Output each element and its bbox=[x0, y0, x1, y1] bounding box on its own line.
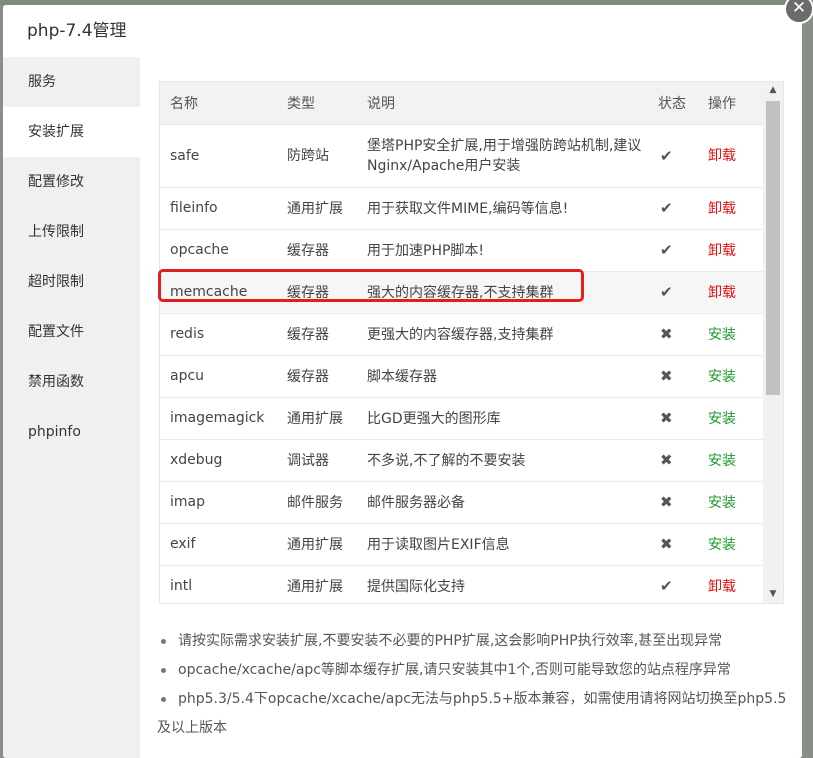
ext-name: safe bbox=[160, 124, 277, 188]
table-row: exif 通用扩展 用于读取图片EXIF信息 ✖ 安装 bbox=[160, 523, 763, 566]
sidebar-item-install-extensions[interactable]: 安装扩展 bbox=[3, 107, 140, 157]
install-button[interactable]: 安装 bbox=[708, 495, 736, 511]
ext-desc: 用于获取文件MIME,编码等信息! bbox=[357, 187, 648, 230]
ext-name: imagemagick bbox=[160, 397, 277, 440]
cross-icon: ✖ bbox=[648, 355, 698, 398]
install-button[interactable]: 安装 bbox=[708, 369, 736, 385]
scroll-up-arrow-icon[interactable]: ▲ bbox=[763, 82, 783, 99]
table-row: imagemagick 通用扩展 比GD更强大的图形库 ✖ 安装 bbox=[160, 397, 763, 440]
check-icon: ✔ bbox=[648, 229, 698, 272]
table-scrollbar[interactable]: ▲ ▼ bbox=[763, 82, 783, 603]
table-row: fileinfo 通用扩展 用于获取文件MIME,编码等信息! ✔ 卸载 bbox=[160, 187, 763, 230]
scroll-down-arrow-icon[interactable]: ▼ bbox=[763, 586, 783, 603]
ext-type: 缓存器 bbox=[277, 229, 357, 272]
table-row: intl 通用扩展 提供国际化支持 ✔ 卸载 bbox=[160, 565, 763, 603]
ext-type: 防跨站 bbox=[277, 124, 357, 188]
ext-name: opcache bbox=[160, 229, 277, 272]
ext-name: apcu bbox=[160, 355, 277, 398]
ext-desc: 强大的内容缓存器,不支持集群 bbox=[357, 271, 648, 314]
ext-type: 缓存器 bbox=[277, 355, 357, 398]
sidebar: 服务 安装扩展 配置修改 上传限制 超时限制 配置文件 禁用函数 phpinfo bbox=[3, 57, 140, 758]
table-row: xdebug 调试器 不多说,不了解的不要安装 ✖ 安装 bbox=[160, 439, 763, 482]
extensions-table-container: 名称 类型 说明 状态 操作 safe 防跨站 堡塔PHP安全扩展,用于增强防跨… bbox=[159, 81, 784, 604]
ext-name: fileinfo bbox=[160, 187, 277, 230]
table-row: safe 防跨站 堡塔PHP安全扩展,用于增强防跨站机制,建议Nginx/Apa… bbox=[160, 124, 763, 188]
extensions-table: 名称 类型 说明 状态 操作 safe 防跨站 堡塔PHP安全扩展,用于增强防跨… bbox=[160, 82, 763, 603]
sidebar-item-phpinfo[interactable]: phpinfo bbox=[3, 407, 140, 457]
header-desc: 说明 bbox=[357, 82, 648, 125]
table-row: apcu 缓存器 脚本缓存器 ✖ 安装 bbox=[160, 355, 763, 398]
ext-type: 邮件服务 bbox=[277, 481, 357, 524]
sidebar-item-disabled-functions[interactable]: 禁用函数 bbox=[3, 357, 140, 407]
ext-desc: 更强大的内容缓存器,支持集群 bbox=[357, 313, 648, 356]
sidebar-item-config-file[interactable]: 配置文件 bbox=[3, 307, 140, 357]
ext-desc: 比GD更强大的图形库 bbox=[357, 397, 648, 440]
ext-type: 通用扩展 bbox=[277, 523, 357, 566]
uninstall-button[interactable]: 卸载 bbox=[708, 579, 736, 595]
ext-desc: 提供国际化支持 bbox=[357, 565, 648, 603]
sidebar-item-config-edit[interactable]: 配置修改 bbox=[3, 157, 140, 207]
ext-type: 调试器 bbox=[277, 439, 357, 482]
ext-type: 通用扩展 bbox=[277, 187, 357, 230]
ext-type: 通用扩展 bbox=[277, 397, 357, 440]
cross-icon: ✖ bbox=[648, 439, 698, 482]
uninstall-button[interactable]: 卸载 bbox=[708, 243, 736, 259]
cross-icon: ✖ bbox=[648, 481, 698, 524]
check-icon: ✔ bbox=[648, 271, 698, 314]
check-icon: ✔ bbox=[648, 187, 698, 230]
ext-name: memcache bbox=[160, 271, 277, 314]
uninstall-button[interactable]: 卸载 bbox=[708, 285, 736, 301]
uninstall-button[interactable]: 卸载 bbox=[708, 201, 736, 217]
ext-type: 缓存器 bbox=[277, 313, 357, 356]
ext-type: 缓存器 bbox=[277, 271, 357, 314]
table-row-highlighted: memcache 缓存器 强大的内容缓存器,不支持集群 ✔ 卸载 bbox=[160, 271, 763, 314]
content-panel: 名称 类型 说明 状态 操作 safe 防跨站 堡塔PHP安全扩展,用于增强防跨… bbox=[140, 57, 802, 758]
note-item: 请按实际需求安装扩展,不要安装不必要的PHP扩展,这会影响PHP执行效率,甚至出… bbox=[157, 627, 797, 656]
ext-desc: 用于读取图片EXIF信息 bbox=[357, 523, 648, 566]
install-button[interactable]: 安装 bbox=[708, 453, 736, 469]
check-icon: ✔ bbox=[648, 124, 698, 188]
header-status: 状态 bbox=[648, 82, 698, 125]
cross-icon: ✖ bbox=[648, 313, 698, 356]
cross-icon: ✖ bbox=[648, 397, 698, 440]
header-action: 操作 bbox=[698, 82, 763, 125]
ext-name: xdebug bbox=[160, 439, 277, 482]
header-name: 名称 bbox=[160, 82, 277, 125]
dialog-title: php-7.4管理 bbox=[3, 5, 802, 57]
table-row: imap 邮件服务 邮件服务器必备 ✖ 安装 bbox=[160, 481, 763, 524]
sidebar-item-service[interactable]: 服务 bbox=[3, 57, 140, 107]
notes-list: 请按实际需求安装扩展,不要安装不必要的PHP扩展,这会影响PHP执行效率,甚至出… bbox=[157, 627, 797, 743]
ext-name: imap bbox=[160, 481, 277, 524]
ext-desc: 用于加速PHP脚本! bbox=[357, 229, 648, 272]
table-header-row: 名称 类型 说明 状态 操作 bbox=[160, 82, 763, 125]
note-item: opcache/xcache/apc等脚本缓存扩展,请只安装其中1个,否则可能导… bbox=[157, 656, 797, 685]
check-icon: ✔ bbox=[648, 565, 698, 603]
ext-desc: 脚本缓存器 bbox=[357, 355, 648, 398]
scroll-thumb[interactable] bbox=[766, 101, 780, 395]
ext-desc: 不多说,不了解的不要安装 bbox=[357, 439, 648, 482]
note-item: php5.3/5.4下opcache/xcache/apc无法与php5.5+版… bbox=[157, 685, 797, 743]
ext-desc: 堡塔PHP安全扩展,用于增强防跨站机制,建议Nginx/Apache用户安装 bbox=[357, 124, 648, 188]
ext-desc: 邮件服务器必备 bbox=[357, 481, 648, 524]
close-icon[interactable]: ✕ bbox=[784, 0, 813, 24]
header-type: 类型 bbox=[277, 82, 357, 125]
ext-type: 通用扩展 bbox=[277, 565, 357, 603]
install-button[interactable]: 安装 bbox=[708, 537, 736, 553]
ext-name: intl bbox=[160, 565, 277, 603]
table-row: redis 缓存器 更强大的内容缓存器,支持集群 ✖ 安装 bbox=[160, 313, 763, 356]
table-row: opcache 缓存器 用于加速PHP脚本! ✔ 卸载 bbox=[160, 229, 763, 272]
install-button[interactable]: 安装 bbox=[708, 327, 736, 343]
ext-name: redis bbox=[160, 313, 277, 356]
sidebar-item-timeout-limit[interactable]: 超时限制 bbox=[3, 257, 140, 307]
php-manager-dialog: php-7.4管理 服务 安装扩展 配置修改 上传限制 超时限制 配置文件 禁用… bbox=[3, 5, 802, 758]
ext-name: exif bbox=[160, 523, 277, 566]
sidebar-item-upload-limit[interactable]: 上传限制 bbox=[3, 207, 140, 257]
uninstall-button[interactable]: 卸载 bbox=[708, 148, 736, 164]
install-button[interactable]: 安装 bbox=[708, 411, 736, 427]
cross-icon: ✖ bbox=[648, 523, 698, 566]
